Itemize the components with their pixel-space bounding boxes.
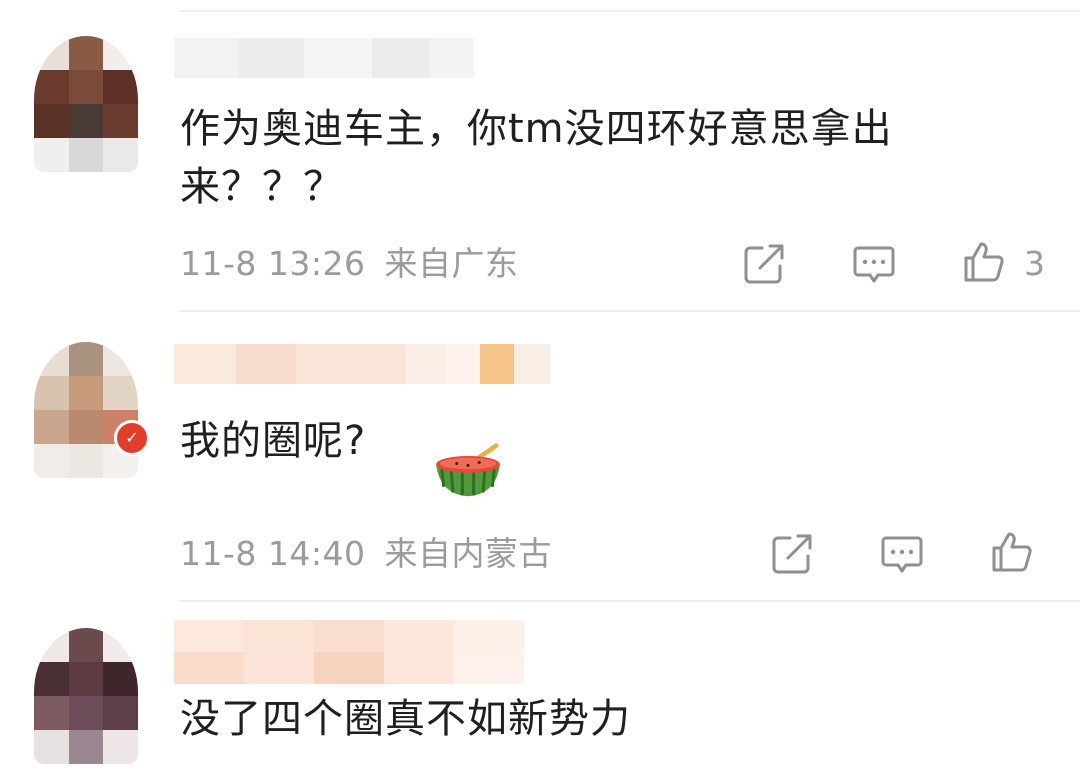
username-blurred[interactable] [174, 38, 474, 78]
comment-icon[interactable] [880, 532, 924, 576]
comment-text: 我的圈呢? [180, 418, 367, 464]
thumbs-up-icon[interactable] [990, 530, 1034, 574]
comment-divider [178, 310, 1080, 312]
comment-time: 11-8 13:26 [180, 244, 366, 283]
thumbs-up-icon[interactable] [962, 240, 1006, 284]
avatar-blurred[interactable] [34, 628, 138, 764]
top-divider [178, 10, 1080, 12]
comment-meta: 11-8 14:40 来自内蒙古 [180, 534, 552, 574]
watermelon-emoji [436, 443, 500, 497]
comment-meta: 11-8 13:26 来自广东 [180, 244, 519, 284]
comment-divider [178, 600, 1080, 602]
comment-location: 来自内蒙古 [384, 534, 552, 573]
comment-icon[interactable] [852, 242, 896, 286]
share-icon[interactable] [770, 532, 814, 576]
comment-time: 11-8 14:40 [180, 534, 366, 573]
comment-location: 来自广东 [384, 244, 519, 283]
share-icon[interactable] [742, 242, 786, 286]
avatar-blurred[interactable] [34, 342, 138, 478]
verified-badge: ✓ [114, 420, 150, 456]
avatar-blurred[interactable] [34, 36, 138, 172]
like-count: 3 [1024, 244, 1045, 283]
comment-text: 作为奥迪车主，你tm没四环好意思拿出 来？？？ [180, 106, 893, 210]
username-blurred[interactable] [174, 344, 550, 384]
comment-text: 没了四个圈真不如新势力 [180, 696, 631, 742]
username-blurred[interactable] [174, 620, 554, 684]
